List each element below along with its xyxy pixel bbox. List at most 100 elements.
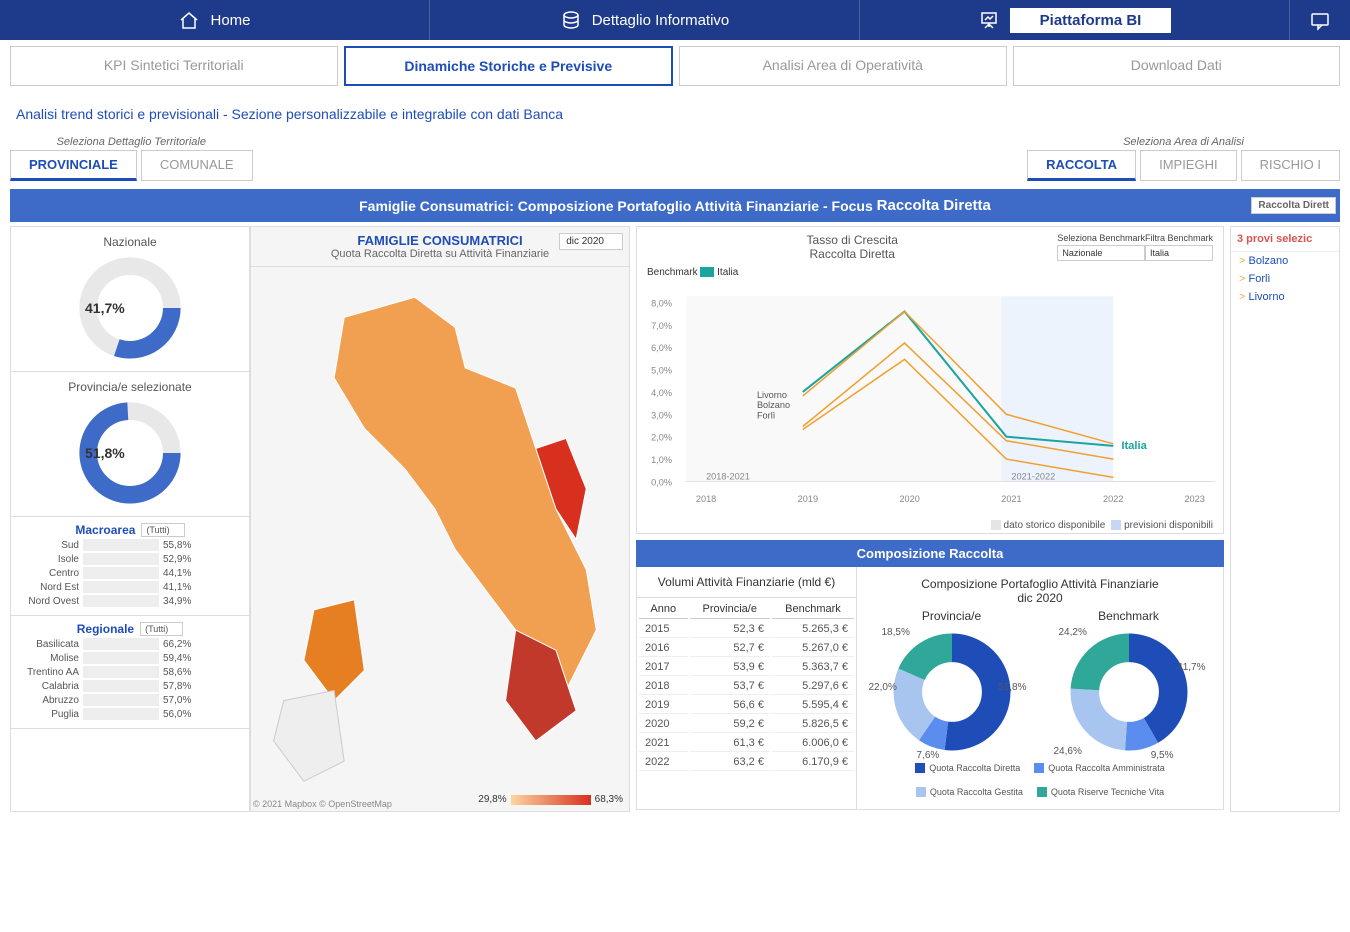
left-panel: Nazionale 41,7% Provincia/e selezionate …	[10, 226, 630, 812]
donut-prov-b: 7,6%	[917, 750, 940, 761]
nav-home[interactable]: Home	[0, 0, 430, 40]
legend-hist-text: dato storico disponibile	[1004, 520, 1106, 531]
svg-text:Forlì: Forlì	[757, 410, 775, 420]
table-row: 201552,3 €5.265,3 €	[639, 621, 854, 638]
leg-amministrata: Quota Raccolta Amministrata	[1048, 763, 1165, 773]
svg-text:2018: 2018	[696, 494, 716, 504]
svg-text:7,0%: 7,0%	[651, 321, 672, 331]
tab-analisi[interactable]: Analisi Area di Operatività	[679, 46, 1007, 86]
nav-dettaglio[interactable]: Dettaglio Informativo	[430, 0, 860, 40]
map-legend-high: 68,3%	[595, 794, 623, 805]
benchmark-dropdown[interactable]: Nazionale	[1057, 245, 1145, 261]
donuts-title: Composizione Portafoglio Attività Finanz…	[863, 573, 1217, 609]
bar-row: Centro44,1%	[17, 567, 243, 579]
donut-benchmark: 41,7% 9,5% 24,6% 24,2%	[1064, 627, 1194, 757]
province-item[interactable]: Livorno	[1231, 288, 1339, 306]
filter-dropdown[interactable]: Italia	[1145, 245, 1213, 261]
growth-title2: Raccolta Diretta	[647, 247, 1057, 261]
tab-download[interactable]: Download Dati	[1013, 46, 1341, 86]
regionale-section: Regionale (Tutti) Basilicata66,2%Molise5…	[11, 616, 249, 729]
gauge-nazionale: 41,7%	[75, 253, 185, 363]
main-content: Nazionale 41,7% Provincia/e selezionate …	[0, 226, 1350, 812]
tab-kpi[interactable]: KPI Sintetici Territoriali	[10, 46, 338, 86]
legend-prev-swatch	[1111, 520, 1121, 530]
donut-bench-a: 41,7%	[1177, 662, 1205, 673]
svg-text:6,0%: 6,0%	[651, 343, 672, 353]
macroarea-dropdown[interactable]: (Tutti)	[141, 523, 184, 537]
donut-bench-b: 9,5%	[1151, 750, 1174, 761]
bar-row: Isole52,9%	[17, 553, 243, 565]
province-sidebar: 3 provi selezic Bolzano Forlì Livorno	[1230, 226, 1340, 812]
svg-text:0,0%: 0,0%	[651, 478, 672, 488]
btn-provinciale[interactable]: PROVINCIALE	[10, 150, 137, 181]
bar-row: Abruzzo57,0%	[17, 694, 243, 706]
gauge-nazionale-value: 41,7%	[85, 300, 125, 316]
svg-text:2021-2022: 2021-2022	[1011, 471, 1055, 481]
bar-row: Trentino AA58,6%	[17, 666, 243, 678]
btn-raccolta[interactable]: RACCOLTA	[1027, 150, 1136, 181]
table-row: 202161,3 €6.006,0 €	[639, 735, 854, 752]
map-legend: 29,8% 68,3%	[478, 794, 623, 805]
presentation-icon	[978, 9, 1000, 31]
title-dropdown[interactable]: Raccolta Dirett	[1251, 197, 1336, 214]
table-row: 202059,2 €5.826,5 €	[639, 716, 854, 733]
nav-dettaglio-label: Dettaglio Informativo	[592, 12, 730, 29]
map-date-dropdown[interactable]: dic 2020	[559, 233, 623, 250]
province-sidebar-header: 3 provi selezic	[1231, 227, 1339, 252]
sel-territorial-label: Seleziona Dettaglio Territoriale	[10, 136, 253, 148]
gauge-prov-label: Provincia/e selezionate	[19, 380, 241, 394]
gauge-provincia: 51,8%	[75, 398, 185, 508]
growth-legend-label: Benchmark	[647, 267, 698, 278]
svg-text:2022: 2022	[1103, 494, 1123, 504]
bar-row: Puglia56,0%	[17, 708, 243, 720]
right-panel: Tasso di Crescita Raccolta Diretta Selez…	[636, 226, 1340, 812]
svg-text:2020: 2020	[899, 494, 919, 504]
donut-prov-a: 51,8%	[998, 682, 1026, 693]
sel-area-label: Seleziona Area di Analisi	[1027, 136, 1340, 148]
title-pre: Famiglie Consumatrici: Composizione Port…	[359, 198, 873, 214]
nav-piattaforma[interactable]: Piattaforma BI	[860, 0, 1290, 40]
top-nav: Home Dettaglio Informativo Piattaforma B…	[0, 0, 1350, 40]
growth-card: Tasso di Crescita Raccolta Diretta Selez…	[636, 226, 1224, 534]
svg-text:8,0%: 8,0%	[651, 298, 672, 308]
page-subtitle: Analisi trend storici e previsionali - S…	[0, 92, 1350, 136]
regionale-dropdown[interactable]: (Tutti)	[140, 622, 183, 636]
nav-chat[interactable]	[1290, 0, 1350, 40]
filter-label: Filtra Benchmark	[1145, 233, 1213, 243]
col-anno: Anno	[639, 600, 688, 619]
map-legend-gradient	[511, 795, 591, 805]
donut-prov-c: 22,0%	[869, 682, 897, 693]
btn-comunale[interactable]: COMUNALE	[141, 150, 253, 181]
volumi-table: Volumi Attività Finanziarie (mld €) Anno…	[637, 567, 857, 809]
svg-text:Livorno: Livorno	[757, 390, 787, 400]
svg-text:2019: 2019	[798, 494, 818, 504]
nav-piattaforma-button[interactable]: Piattaforma BI	[1010, 8, 1172, 33]
province-item[interactable]: Forlì	[1231, 270, 1339, 288]
btn-rischio[interactable]: RISCHIO I	[1241, 150, 1340, 181]
composizione-header: Composizione Raccolta	[636, 540, 1224, 567]
title-focus: Raccolta Diretta	[877, 197, 991, 214]
svg-text:5,0%: 5,0%	[651, 366, 672, 376]
province-item[interactable]: Bolzano	[1231, 252, 1339, 270]
table-row: 201652,7 €5.267,0 €	[639, 640, 854, 657]
bar-row: Calabria57,8%	[17, 680, 243, 692]
table-row: 201753,9 €5.363,7 €	[639, 659, 854, 676]
donut-legend: Quota Raccolta Diretta Quota Raccolta Am…	[863, 757, 1217, 803]
svg-text:3,0%: 3,0%	[651, 410, 672, 420]
donut-bench-d: 24,2%	[1059, 627, 1087, 638]
home-icon	[178, 9, 200, 31]
line-chart: 8,0%7,0%6,0% 5,0%4,0%3,0% 2,0%1,0%0,0% 2…	[637, 278, 1223, 518]
svg-text:2021: 2021	[1001, 494, 1021, 504]
svg-text:2023: 2023	[1184, 494, 1204, 504]
donut-provincia: 51,8% 7,6% 22,0% 18,5%	[887, 627, 1017, 757]
svg-text:2018-2021: 2018-2021	[706, 471, 750, 481]
leg-riserve: Quota Riserve Tecniche Vita	[1051, 787, 1164, 797]
btn-impieghi[interactable]: IMPIEGHI	[1140, 150, 1237, 181]
col-provincia: Provincia/e	[690, 600, 770, 619]
chat-icon	[1309, 9, 1331, 31]
donut-prov-label: Provincia/e	[887, 609, 1017, 623]
tab-dinamiche[interactable]: Dinamiche Storiche e Previsive	[344, 46, 674, 86]
svg-text:Italia: Italia	[1121, 440, 1147, 452]
map-area[interactable]: FAMIGLIE CONSUMATRICI Quota Raccolta Dir…	[251, 227, 629, 811]
gauge-provincia-value: 51,8%	[85, 445, 125, 461]
